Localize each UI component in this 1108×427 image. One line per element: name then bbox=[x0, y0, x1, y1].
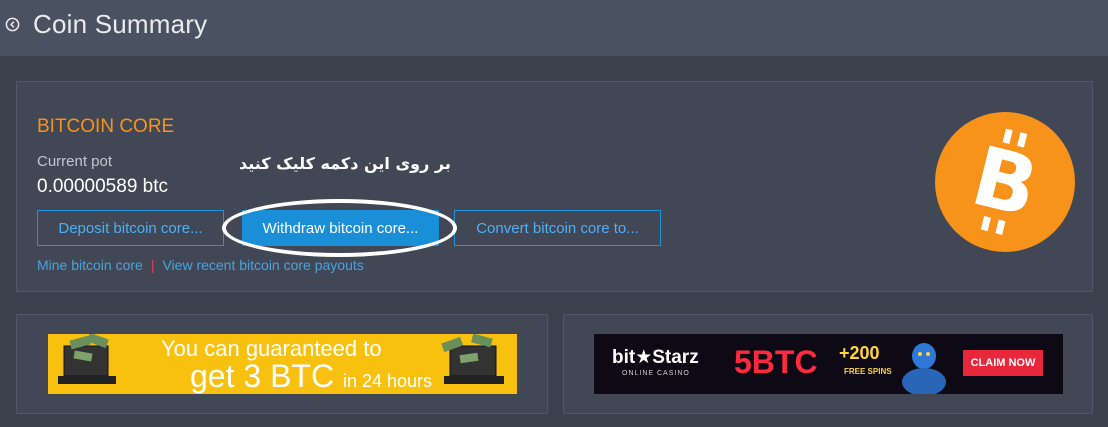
bitstarz-subtitle: ONLINE CASINO bbox=[622, 370, 690, 377]
payouts-link[interactable]: View recent bitcoin core payouts bbox=[162, 257, 363, 273]
promo-plus: +200 bbox=[839, 343, 880, 363]
withdraw-button[interactable]: Withdraw bitcoin core... bbox=[242, 210, 439, 246]
bitcoin-logo-icon: B bbox=[935, 112, 1075, 252]
current-pot-label: Current pot bbox=[37, 153, 113, 170]
ad-box-left: You can guaranteed to get 3 BTC in 24 ho… bbox=[16, 314, 548, 414]
coin-name: BITCOIN CORE bbox=[37, 116, 175, 137]
header-bar: Coin Summary bbox=[0, 0, 1108, 56]
coin-links: Mine bitcoin core | View recent bitcoin co… bbox=[37, 257, 364, 273]
bitstarz-logo: bit★Starz bbox=[612, 347, 699, 368]
ad-banner-btc-guarantee[interactable]: You can guaranteed to get 3 BTC in 24 ho… bbox=[48, 334, 517, 394]
laptop-money-icon-right bbox=[441, 334, 504, 384]
deposit-button[interactable]: Deposit bitcoin core... bbox=[37, 210, 224, 246]
ad-box-right: bit★Starz ONLINE CASINO 5BTC +200 FREE S… bbox=[563, 314, 1093, 414]
ad-line2: get 3 BTC bbox=[190, 358, 335, 394]
page-title: Coin Summary bbox=[33, 9, 208, 39]
genie-mascot-icon bbox=[902, 343, 946, 394]
promo-spins: FREE SPINS bbox=[844, 367, 892, 376]
ad-line2-wrap: get 3 BTC in 24 hours bbox=[190, 358, 432, 394]
convert-button[interactable]: Convert bitcoin core to... bbox=[454, 210, 661, 246]
annotation-text: بر روی این دکمه کلیک کنید bbox=[239, 154, 451, 173]
promo-amount: 5BTC bbox=[734, 344, 818, 380]
current-pot-value: 0.00000589 btc bbox=[37, 176, 169, 197]
ad-banner-bitstarz[interactable]: bit★Starz ONLINE CASINO 5BTC +200 FREE S… bbox=[594, 334, 1063, 394]
coin-summary-card: BITCOIN CORE Current pot 0.00000589 btc … bbox=[16, 81, 1093, 292]
claim-now-button[interactable]: CLAIM NOW bbox=[963, 350, 1043, 376]
laptop-money-icon bbox=[58, 334, 116, 384]
back-arrow-icon[interactable] bbox=[5, 17, 20, 32]
mine-link[interactable]: Mine bitcoin core bbox=[37, 257, 143, 273]
link-separator: | bbox=[150, 257, 155, 273]
ad-line2-small: in 24 hours bbox=[342, 371, 433, 391]
